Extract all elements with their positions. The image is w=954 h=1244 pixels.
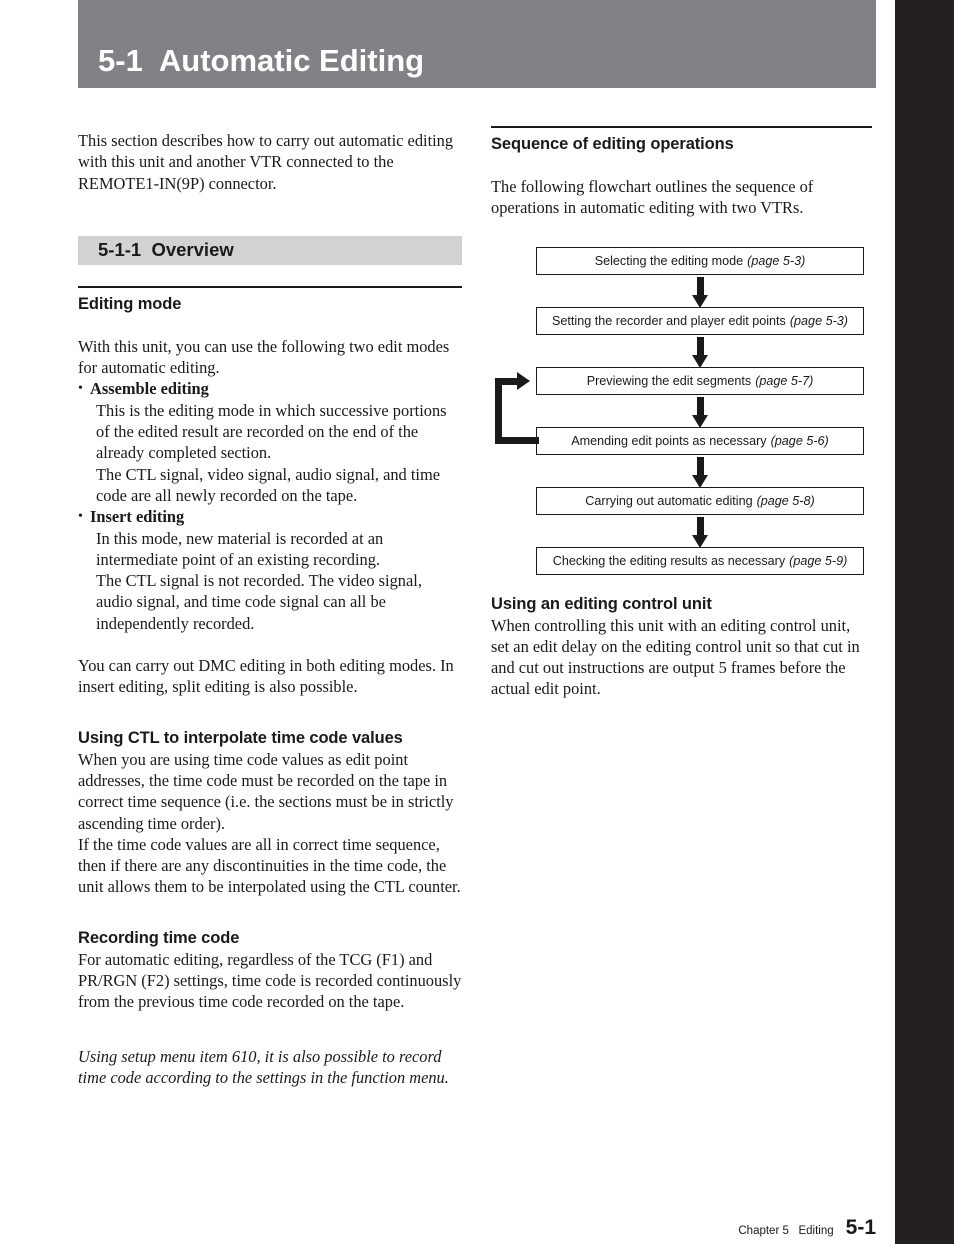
ctl-interpolate-paragraph-2: If the time code values are all in corre…: [78, 834, 461, 897]
bullet-title: Assemble editing: [90, 379, 209, 399]
control-unit-paragraph: When controlling this unit with an editi…: [491, 615, 860, 699]
page-footer: Chapter 5 Editing 5-1: [0, 1198, 876, 1240]
editing-mode-intro: With this unit, you can use the followin…: [78, 336, 450, 378]
down-arrow-icon: [692, 396, 708, 429]
divider-rule: [78, 285, 462, 288]
flowchart-step-page-ref: (page 5-3): [789, 313, 848, 328]
recording-time-code-note: Using setup menu item 610, it is also po…: [78, 1046, 449, 1087]
flowchart-step-page-ref: (page 5-6): [770, 433, 829, 448]
flowchart-step-label: Selecting the editing mode: [594, 253, 744, 268]
flowchart-step-1: Selecting the editing mode (page 5-3): [536, 246, 864, 275]
editing-mode-closing: You can carry out DMC editing in both ed…: [78, 656, 454, 697]
feedback-loop-top-segment: [499, 377, 519, 385]
flowchart-step-label: Checking the editing results as necessar…: [552, 553, 786, 568]
feedback-loop-arrow-icon: [517, 372, 530, 391]
heading-sequence-of-editing-operations: Sequence of editing operations: [491, 135, 734, 153]
flowchart-step-2: Setting the recorder and player edit poi…: [536, 306, 864, 335]
bullet-body: The CTL signal, video signal, audio sign…: [96, 464, 440, 505]
down-arrow-icon: [692, 276, 708, 309]
down-arrow-icon: [692, 336, 708, 369]
feedback-loop-vertical-segment: [495, 377, 502, 444]
intro-paragraph: This section describes how to carry out …: [78, 131, 454, 193]
bullet-body: The CTL signal is not recorded. The vide…: [96, 571, 422, 633]
page-title-band: 5-1 Automatic Editing: [78, 0, 876, 88]
chapter-tab: Chapter 5 Editing: [895, 0, 954, 1244]
sequence-intro: The following flowchart outlines the seq…: [491, 177, 814, 218]
flowchart-step-4: Amending edit points as necessary (page 5…: [536, 426, 864, 455]
flowchart-step-page-ref: (page 5-3): [747, 253, 806, 268]
divider-rule: [491, 126, 872, 128]
heading-using-editing-control-unit: Using an editing control unit: [491, 594, 712, 613]
editing-flowchart: Selecting the editing mode (page 5-3) Set…: [491, 246, 872, 575]
flowchart-step-label: Carrying out automatic editing: [585, 493, 753, 508]
ctl-interpolate-paragraph-1: When you are using time code values as e…: [78, 749, 454, 833]
left-column: This section describes how to carry out …: [78, 130, 462, 1088]
flowchart-step-5: Carrying out automatic editing (page 5-8): [536, 486, 864, 515]
feedback-loop-bottom-segment: [499, 436, 539, 444]
page-title: 5-1 Automatic Editing: [98, 43, 425, 78]
bullet-body: This is the editing mode in which succes…: [96, 400, 447, 463]
recording-time-code-paragraph: For automatic editing, regardless of the…: [78, 949, 462, 1012]
heading-ctl-interpolate: Using CTL to interpolate time code value…: [78, 728, 403, 747]
section-bar-label: 5-1-1 Overview: [98, 238, 234, 260]
flowchart-step-label: Amending edit points as necessary: [571, 433, 767, 448]
bullet-body: In this mode, new material is recorded a…: [96, 528, 384, 569]
heading-recording-time-code: Recording time code: [78, 928, 240, 947]
footer-page-number: 5-1: [845, 1216, 876, 1239]
flowchart-step-page-ref: (page 5-7): [755, 373, 814, 388]
down-arrow-icon: [692, 456, 708, 489]
flowchart-step-label: Setting the recorder and player edit poi…: [552, 313, 786, 328]
flowchart-step-label: Previewing the edit segments: [586, 373, 752, 388]
heading-editing-mode: Editing mode: [78, 294, 182, 313]
right-column: Sequence of editing operations The follo…: [491, 126, 872, 700]
section-bar-overview: 5-1-1 Overview: [78, 235, 462, 265]
down-arrow-icon: [692, 516, 708, 549]
editing-mode-bullets: Assemble editing This is the editing mod…: [78, 378, 462, 634]
list-item: Insert editing In this mode, new materia…: [78, 506, 462, 634]
flowchart-step-3: Previewing the edit segments (page 5-7): [536, 366, 864, 395]
flowchart-step-page-ref: (page 5-8): [756, 493, 815, 508]
footer-chapter-label: Chapter 5 Editing: [738, 1225, 834, 1237]
list-item: Assemble editing This is the editing mod…: [78, 378, 462, 506]
flowchart-step-page-ref: (page 5-9): [789, 553, 848, 568]
flowchart-step-6: Checking the editing results as necessar…: [536, 546, 864, 575]
bullet-title: Insert editing: [90, 507, 185, 527]
